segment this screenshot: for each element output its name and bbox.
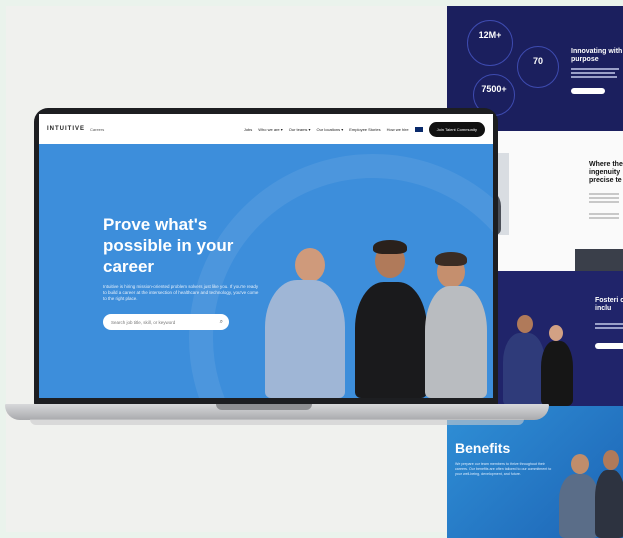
person-head xyxy=(603,450,619,470)
stat-circle: 12M+ xyxy=(467,20,513,66)
person-torso xyxy=(503,333,545,406)
person-head xyxy=(517,315,533,333)
search-icon[interactable]: ⌕ xyxy=(220,319,223,326)
person-hair xyxy=(373,240,407,254)
text-line xyxy=(589,217,619,219)
person-head xyxy=(549,325,563,341)
panel-title: Innovating with purpose xyxy=(571,48,623,63)
menu-item-how-we-hire[interactable]: How we hire xyxy=(387,127,409,132)
learn-more-button[interactable] xyxy=(571,88,605,94)
stat-value: 7500+ xyxy=(481,84,507,94)
menu-item-who-we-are[interactable]: Who we are ▾ xyxy=(258,127,282,132)
panel-title: Where the ingenuity precise te xyxy=(589,161,623,184)
text-line xyxy=(571,68,619,70)
hero-subcopy: Intuitive is hiring mission-oriented pro… xyxy=(103,284,259,301)
hero-headline: Prove what's possible in your career xyxy=(103,215,234,276)
person-torso xyxy=(541,341,573,406)
logo[interactable]: INTUITIVE xyxy=(47,126,85,132)
photo xyxy=(575,249,623,271)
text-line xyxy=(589,197,619,199)
language-flag-icon[interactable] xyxy=(414,126,423,132)
menu-item-jobs[interactable]: Jobs xyxy=(244,127,252,132)
logo-subtitle: Careers xyxy=(90,126,105,132)
person-torso xyxy=(265,280,345,398)
text-line xyxy=(589,201,619,203)
menu-item-our-teams[interactable]: Our teams ▾ xyxy=(289,127,311,132)
text-line xyxy=(595,323,623,325)
join-talent-community-button[interactable]: Join Talent Community xyxy=(428,121,485,137)
text-line xyxy=(589,193,619,195)
person-torso xyxy=(559,474,599,538)
site-header: INTUITIVE Careers Jobs Who we are ▾ Our … xyxy=(39,114,493,144)
laptop-shadow xyxy=(30,419,524,425)
search-placeholder: Search job title, skill, or keyword xyxy=(111,319,176,325)
menu-item-employee-stories[interactable]: Employee Stories xyxy=(349,127,380,132)
person-torso xyxy=(595,470,623,538)
text-line xyxy=(595,327,623,329)
panel-title: Benefits xyxy=(455,440,511,456)
main-menu: Jobs Who we are ▾ Our teams ▾ Our locati… xyxy=(244,127,409,132)
person-hair xyxy=(435,252,467,266)
benefits-panel: Benefits We prepare our team members to … xyxy=(447,406,623,538)
panel-text: We prepare our team members to thrive th… xyxy=(455,462,552,476)
panel-title: Fosteri of inclu xyxy=(595,297,623,312)
person-head xyxy=(571,454,589,474)
person-torso xyxy=(355,282,427,398)
person-head xyxy=(295,248,325,282)
text-line xyxy=(571,72,615,74)
learn-more-button[interactable] xyxy=(595,343,623,349)
text-line xyxy=(589,213,619,215)
job-search-input[interactable]: Search job title, skill, or keyword ⌕ xyxy=(103,314,229,330)
laptop-screen: INTUITIVE Careers Jobs Who we are ▾ Our … xyxy=(39,114,493,398)
stat-value: 70 xyxy=(532,56,543,66)
menu-item-our-locations[interactable]: Our locations ▾ xyxy=(317,127,344,132)
laptop-notch xyxy=(216,404,312,410)
text-line xyxy=(571,76,617,78)
stat-value: 12M+ xyxy=(478,30,502,40)
person-torso xyxy=(425,286,487,398)
stat-circle: 70 xyxy=(517,46,559,88)
